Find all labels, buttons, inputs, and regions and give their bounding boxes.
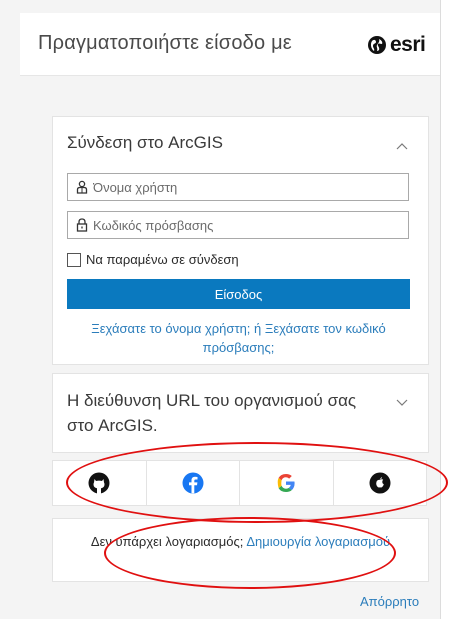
- github-icon: [88, 472, 110, 494]
- remember-label: Να παραμένω σε σύνδεση: [86, 252, 239, 267]
- forgot-links: Ξεχάσατε το όνομα χρήστη; ή Ξεχάσατε τον…: [67, 319, 410, 357]
- globe-icon: [368, 36, 386, 54]
- facebook-icon: [182, 472, 204, 494]
- apple-login-button[interactable]: [333, 460, 427, 506]
- social-login-bar: [52, 460, 427, 506]
- no-account-text: Δεν υπάρχει λογαριασμός; Δημιουργία λογα…: [53, 531, 428, 552]
- signin-panel-title: Σύνδεση στο ArcGIS: [67, 133, 223, 152]
- org-url-panel[interactable]: Η διεύθυνση URL του οργανισμού σας στο A…: [52, 373, 429, 453]
- chevron-up-icon[interactable]: [396, 137, 408, 153]
- esri-logo-text: esri: [390, 33, 426, 56]
- privacy-link[interactable]: Απόρρητο: [360, 594, 419, 609]
- user-icon: [71, 180, 93, 194]
- no-account-panel: Δεν υπάρχει λογαριασμός; Δημιουργία λογα…: [52, 518, 429, 582]
- username-field[interactable]: [67, 173, 409, 201]
- forgot-separator: ή: [254, 321, 262, 336]
- chevron-down-icon[interactable]: [396, 394, 408, 410]
- github-login-button[interactable]: [52, 460, 147, 506]
- lock-icon: [71, 218, 93, 232]
- remember-checkbox[interactable]: [67, 252, 81, 267]
- arcgis-signin-panel: Σύνδεση στο ArcGIS Να παραμένω σε σύνδεσ…: [52, 116, 429, 365]
- header-bar: Πραγματοποιήστε είσοδο με esri: [20, 13, 440, 76]
- google-login-button[interactable]: [240, 460, 334, 506]
- username-input[interactable]: [93, 179, 393, 195]
- signin-button[interactable]: Είσοδος: [67, 279, 410, 309]
- password-input[interactable]: [93, 217, 393, 233]
- create-account-link[interactable]: Δημιουργία λογαριασμού: [246, 534, 390, 549]
- page-title: Πραγματοποιήστε είσοδο με: [38, 32, 292, 54]
- remember-me[interactable]: Να παραμένω σε σύνδεση: [67, 252, 239, 267]
- apple-icon: [369, 472, 391, 494]
- password-field[interactable]: [67, 211, 409, 239]
- org-url-title: Η διεύθυνση URL του οργανισμού σας στο A…: [67, 391, 357, 435]
- no-account-label: Δεν υπάρχει λογαριασμός;: [90, 534, 244, 549]
- google-icon: [277, 474, 295, 492]
- esri-logo: esri: [367, 33, 426, 57]
- forgot-username-link[interactable]: Ξεχάσατε το όνομα χρήστη;: [91, 321, 250, 336]
- facebook-login-button[interactable]: [146, 460, 240, 506]
